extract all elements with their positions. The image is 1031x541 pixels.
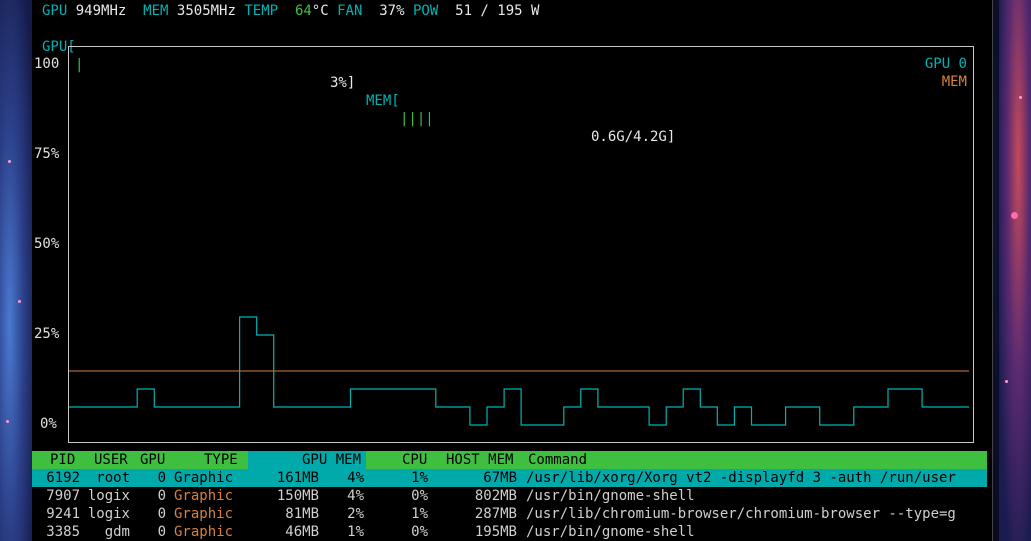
cell-host-mem: 287MB [474,506,517,522]
cell-mem-pct: 1% [347,524,364,540]
cell-cpu: 0% [411,488,428,504]
cell-gpu: 0 [157,524,166,540]
desktop-wallpaper-right [999,0,1031,541]
col-type[interactable]: TYPE [204,451,238,469]
cell-type: Graphic [174,524,234,540]
table-row[interactable]: 9241 logix 0 Graphic 81MB 2% 1% 287MB/usr/lib/c… [32,505,987,523]
cell-pid: 6192 [46,470,80,486]
col-host-mem[interactable]: HOST MEM [446,451,513,469]
process-table-header: PID USER GPU TYPE GPU MEM CPU HOST MEM C… [32,451,987,469]
cell-user: root [96,470,130,486]
cell-type: Graphic [174,470,234,486]
cell-gpu-mem: 161MB [276,470,319,486]
cell-command: /usr/lib/chromium-browser/chromium-brows… [526,506,956,522]
star-decoration [6,420,9,423]
cell-mem-pct: 2% [347,506,364,522]
col-user[interactable]: USER [94,451,128,469]
temp-value: 64 [294,3,312,19]
desktop-wallpaper-left [0,0,32,541]
cell-gpu: 0 [157,506,166,522]
y-tick-label: 75% [34,146,60,162]
star-decoration [1019,96,1022,99]
fan-value: 37% [379,3,405,19]
gpu-clock-label: GPU [42,3,68,19]
col-gpu[interactable]: GPU [140,451,165,469]
meters-line: GPU[ | 3%] MEM[ |||| 0.6G/4.2G] [42,20,682,145]
cell-pid: 9241 [46,506,80,522]
y-tick-label: 50% [34,236,60,252]
cell-command: /usr/lib/xorg/Xorg vt2 -displayfd 3 -aut… [526,470,956,486]
power-value: 51 / 195 W [455,3,540,19]
cell-cpu: 1% [411,506,428,522]
cell-host-mem: 67MB [483,470,517,486]
fan-label: FAN [337,3,363,19]
table-row[interactable]: 6192 root 0 Graphic 161MB 4% 1% 67MB/usr/lib/xo… [32,469,987,487]
cell-type: Graphic [174,506,234,522]
cell-gpu-mem: 81MB [285,506,319,522]
gpu-clock-value: 949MHz [75,3,127,19]
col-pid[interactable]: PID [50,451,75,469]
cell-gpu: 0 [157,470,166,486]
star-decoration [1005,380,1008,383]
star-decoration [18,300,21,303]
power-label: POW [412,3,439,19]
cell-type: Graphic [174,488,234,504]
cell-mem-pct: 4% [347,488,364,504]
gpu-usage-chart: GPU 0 MEM [68,46,974,443]
cell-pid: 3385 [46,524,80,540]
legend-gpu0: GPU 0 [924,56,967,72]
cell-cpu: 1% [411,470,428,486]
cell-user: logix [87,506,130,522]
y-tick-label: 25% [34,326,60,342]
mem-clock-value: 3505MHz [176,3,236,19]
star-decoration [1011,212,1018,219]
cell-command: /usr/bin/gnome-shell [526,524,695,540]
cell-mem-pct: 4% [347,470,364,486]
legend-mem: MEM [941,74,967,90]
col-gpu-mem[interactable]: GPU MEM [302,451,361,469]
table-row[interactable]: 7907 logix 0 Graphic 150MB 4% 0% 802MB/usr/bin/… [32,487,987,505]
table-row[interactable]: 3385 gdm 0 Graphic 46MB 1% 0% 195MB/usr/bin/gno… [32,523,987,541]
cell-host-mem: 802MB [474,488,517,504]
cell-gpu: 0 [157,488,166,504]
status-line: GPU 949MHz MEM 3505MHz TEMP 64°C FAN 37%… [42,2,539,20]
temp-label: TEMP [244,3,279,19]
temp-unit: °C [311,3,329,19]
mem-clock-label: MEM [143,3,169,19]
cell-user: gdm [104,524,130,540]
cell-cpu: 0% [411,524,428,540]
cell-gpu-mem: 150MB [276,488,319,504]
cell-command: /usr/bin/gnome-shell [526,488,695,504]
star-decoration [8,160,11,163]
cell-gpu-mem: 46MB [285,524,319,540]
cell-host-mem: 195MB [474,524,517,540]
col-command[interactable]: Command [528,451,587,469]
cell-user: logix [87,488,130,504]
terminal-window[interactable]: GPU 949MHz MEM 3505MHz TEMP 64°C FAN 37%… [32,0,993,541]
col-cpu[interactable]: CPU [402,451,427,469]
y-tick-label: 100 [34,56,60,72]
chart-plot-area [69,316,969,426]
cell-pid: 7907 [46,488,80,504]
